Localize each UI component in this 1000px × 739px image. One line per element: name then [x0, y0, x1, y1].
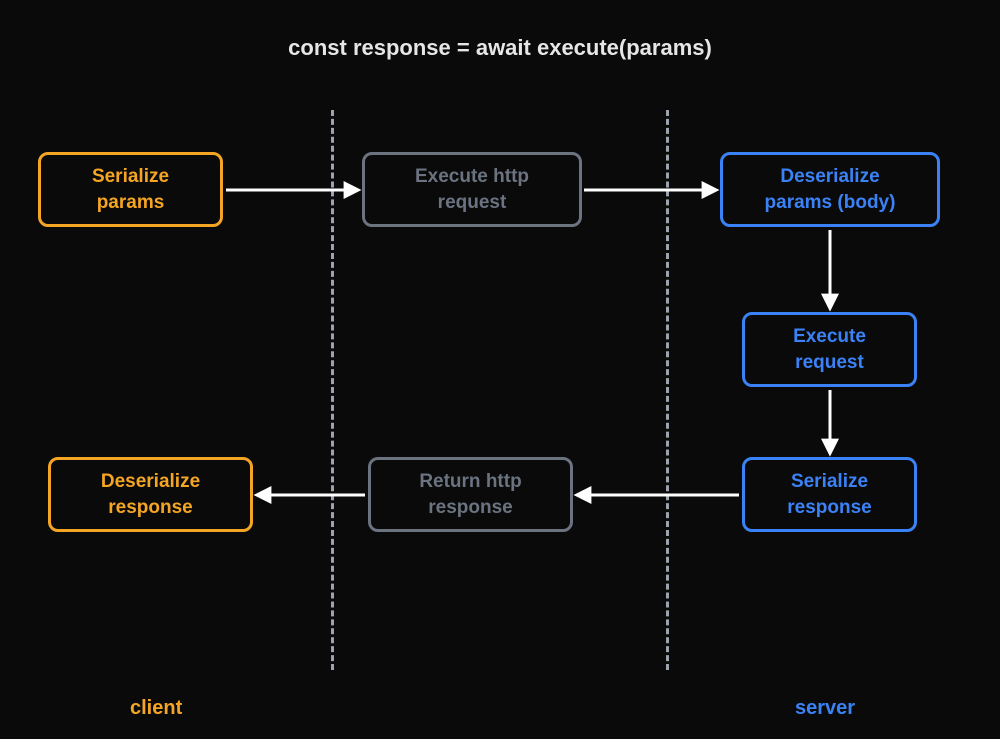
node-serialize-params: Serializeparams — [38, 152, 223, 227]
node-return-http-response: Return httpresponse — [368, 457, 573, 532]
node-execute-http-request: Execute httprequest — [362, 152, 582, 227]
vertical-divider-left — [331, 110, 334, 670]
node-deserialize-params-body: Deserializeparams (body) — [720, 152, 940, 227]
node-serialize-response: Serializeresponse — [742, 457, 917, 532]
region-label-client: client — [130, 697, 182, 720]
node-execute-request: Executerequest — [742, 312, 917, 387]
vertical-divider-right — [666, 110, 669, 670]
region-label-server: server — [795, 697, 855, 720]
diagram-canvas: const response = await execute(params) c… — [0, 0, 1000, 739]
node-deserialize-response: Deserializeresponse — [48, 457, 253, 532]
diagram-title: const response = await execute(params) — [0, 35, 1000, 61]
